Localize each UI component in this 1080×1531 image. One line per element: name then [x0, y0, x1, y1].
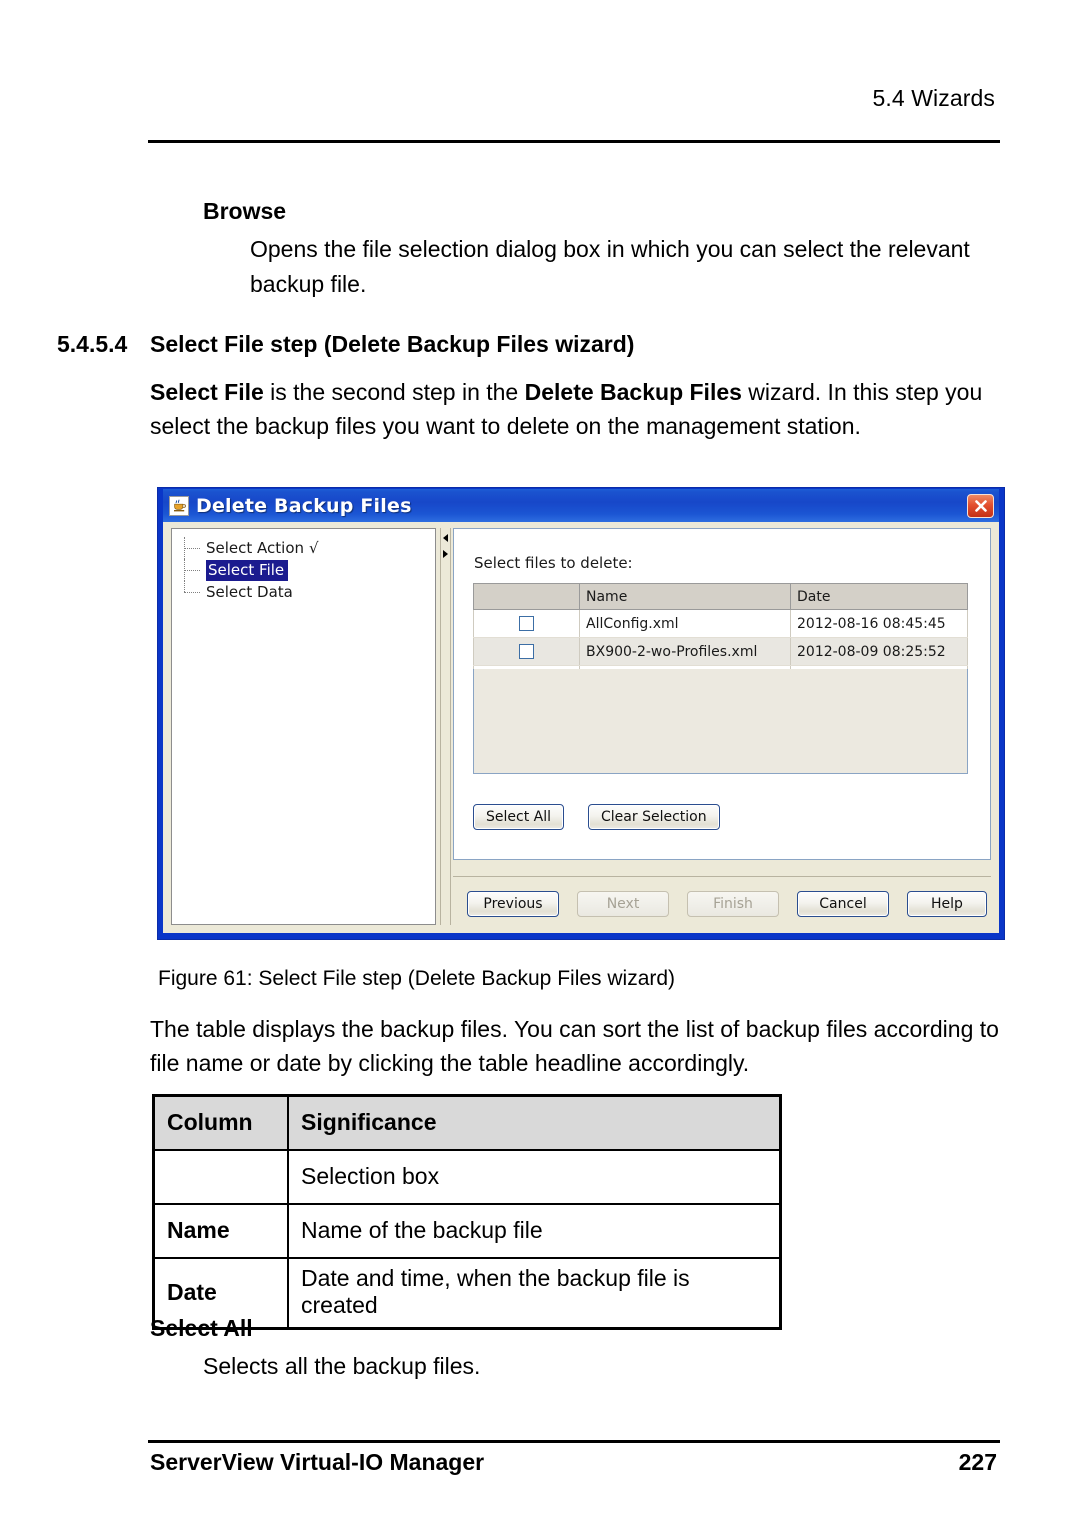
- column-header-date[interactable]: Date: [790, 583, 968, 610]
- collapse-right-arrow-icon[interactable]: [443, 550, 448, 558]
- row-checkbox-cell[interactable]: [473, 609, 580, 638]
- document-page: 5.4 Wizards Browse Opens the file select…: [0, 0, 1080, 1531]
- doc-header-column: Column: [152, 1094, 289, 1151]
- dialog-body: Select Action √ Select File Select Data: [164, 522, 998, 932]
- finish-button: Finish: [687, 891, 779, 917]
- term-select-all-definition: Selects all the backup files.: [203, 1353, 481, 1379]
- tree-item-select-file[interactable]: Select File: [176, 559, 435, 581]
- row-checkbox-cell[interactable]: [473, 637, 580, 666]
- navigation-separator: [453, 876, 991, 877]
- doc-cell-column: Name: [152, 1203, 289, 1259]
- table-row: Name Name of the backup file: [152, 1203, 782, 1259]
- footer-page-number: 227: [958, 1449, 997, 1475]
- section-intro-paragraph: Select File is the second step in the De…: [150, 375, 1015, 443]
- table-row: Selection box: [152, 1149, 782, 1205]
- table-empty-area: [473, 669, 968, 774]
- dialog-frame: Delete Backup Files Select Action √ Sele…: [162, 488, 1000, 934]
- close-icon[interactable]: [967, 493, 994, 518]
- tree-item-label: Select File: [206, 559, 289, 581]
- term-select-all: Select All: [150, 1315, 253, 1341]
- tree-item-label: Select Action: [206, 539, 305, 557]
- doc-cell-significance: Name of the backup file: [287, 1203, 782, 1259]
- wizard-content-pane: Select files to delete: Name Date AllCon…: [453, 528, 991, 925]
- row-date-cell: 2012-08-09 08:25:52: [790, 637, 968, 666]
- select-file-step-panel: Select files to delete: Name Date AllCon…: [453, 528, 991, 860]
- table-row[interactable]: BX900-2-wo-Profiles.xml 2012-08-09 08:25…: [473, 637, 968, 666]
- checkbox-icon[interactable]: [519, 616, 534, 631]
- delete-backup-files-dialog: Delete Backup Files Select Action √ Sele…: [157, 487, 1005, 940]
- wizard-navigation-buttons: Previous Next Finish Cancel Help: [453, 891, 987, 917]
- cancel-button[interactable]: Cancel: [797, 891, 889, 917]
- doc-cell-significance: Date and time, when the backup file is c…: [287, 1257, 782, 1330]
- tree-connector-icon: [184, 537, 204, 559]
- tree-connector-icon: [184, 581, 204, 603]
- checkmark-icon: √: [309, 539, 319, 557]
- term-browse-definition: Opens the file selection dialog box in w…: [250, 236, 970, 297]
- doc-cell-significance: Selection box: [287, 1149, 782, 1205]
- section-number: 5.4.5.4: [57, 331, 128, 357]
- tree-item-select-data[interactable]: Select Data: [176, 581, 435, 603]
- clear-selection-button[interactable]: Clear Selection: [588, 804, 720, 830]
- previous-button[interactable]: Previous: [467, 891, 559, 917]
- select-all-button[interactable]: Select All: [473, 804, 564, 830]
- footer-document-title: ServerView Virtual-IO Manager: [150, 1449, 485, 1475]
- dialog-titlebar: Delete Backup Files: [163, 489, 999, 522]
- select-files-label: Select files to delete:: [474, 554, 633, 572]
- figure-caption: Figure 61: Select File step (Delete Back…: [158, 967, 676, 990]
- row-name-cell: BX900-2-wo-Profiles.xml: [579, 637, 791, 666]
- term-browse: Browse: [203, 198, 287, 224]
- intro-bold-select-file: Select File: [150, 379, 264, 405]
- section-title: Select File step (Delete Backup Files wi…: [150, 331, 635, 357]
- after-figure-paragraph: The table displays the backup files. You…: [150, 1016, 999, 1076]
- table-header-row: Name Date: [473, 583, 968, 610]
- java-coffee-cup-icon: [169, 495, 189, 516]
- collapse-left-arrow-icon[interactable]: [443, 534, 448, 542]
- column-significance-table: Column Significance Selection box Name N…: [152, 1094, 782, 1330]
- tree-item-select-action[interactable]: Select Action √: [176, 537, 435, 559]
- column-header-checkbox[interactable]: [473, 583, 580, 610]
- split-pane-divider[interactable]: [440, 528, 451, 925]
- header-rule: [148, 140, 1000, 143]
- footer-rule: [148, 1440, 1000, 1443]
- table-row[interactable]: AllConfig.xml 2012-08-16 08:45:45: [473, 609, 968, 638]
- wizard-step-tree[interactable]: Select Action √ Select File Select Data: [171, 528, 436, 925]
- doc-cell-column: [152, 1149, 289, 1205]
- tree-item-label: Select Data: [206, 583, 293, 601]
- tree-connector-icon: [184, 559, 204, 581]
- row-name-cell: AllConfig.xml: [579, 609, 791, 638]
- dialog-title: Delete Backup Files: [196, 494, 412, 517]
- doc-table-header-row: Column Significance: [152, 1094, 782, 1151]
- intro-text-1: is the second step in the: [263, 379, 525, 405]
- checkbox-icon[interactable]: [519, 644, 534, 659]
- column-header-name[interactable]: Name: [579, 583, 791, 610]
- doc-header-significance: Significance: [287, 1094, 782, 1151]
- row-date-cell: 2012-08-16 08:45:45: [790, 609, 968, 638]
- help-button[interactable]: Help: [907, 891, 987, 917]
- intro-bold-delete-backup-files: Delete Backup Files: [524, 379, 742, 405]
- running-head: 5.4 Wizards: [872, 85, 995, 111]
- selection-buttons: Select All Clear Selection: [473, 804, 720, 830]
- next-button: Next: [577, 891, 669, 917]
